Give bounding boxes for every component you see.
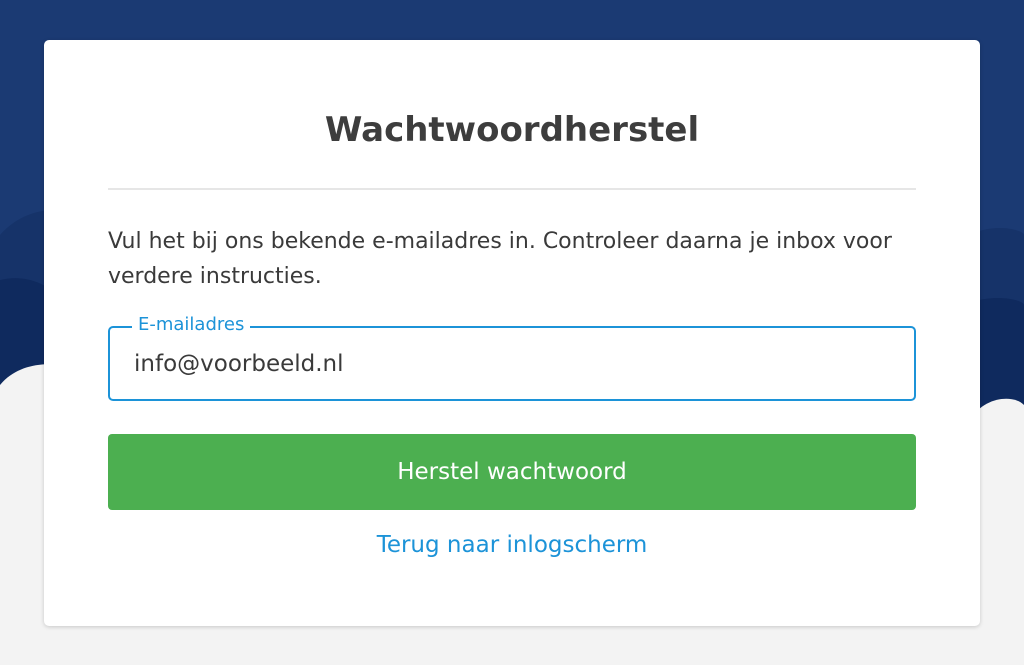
email-input[interactable] (134, 328, 894, 399)
instructions-text: Vul het bij ons bekende e-mailadres in. … (108, 229, 892, 289)
password-reset-card: Wachtwoordherstel Vul het bij ons bekend… (44, 40, 980, 626)
back-to-login-link[interactable]: Terug naar inlogscherm (108, 528, 916, 562)
email-field: E-mailadres (108, 313, 916, 401)
page-title: Wachtwoordherstel (324, 110, 700, 150)
reset-password-button[interactable]: Herstel wachtwoord (108, 434, 916, 510)
title-divider (108, 188, 916, 190)
